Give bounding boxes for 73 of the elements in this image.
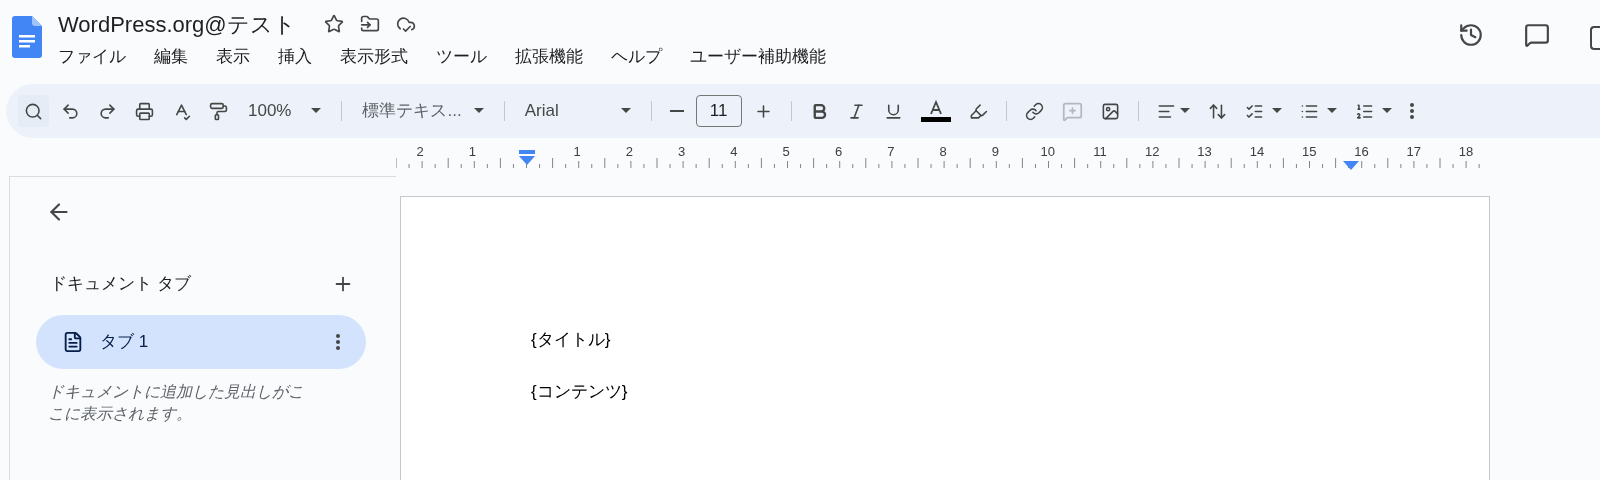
cloud-check-icon[interactable] (395, 14, 416, 34)
ruler-number: 18 (1457, 144, 1475, 159)
image-icon (1100, 101, 1120, 121)
share-icon[interactable] (1590, 26, 1600, 50)
menu-item[interactable]: 表示 (208, 44, 258, 70)
caret-icon (1179, 108, 1190, 114)
caret-icon (1381, 108, 1392, 114)
style-dropdown[interactable]: 標準テキス... (354, 95, 492, 127)
highlighter-icon (968, 101, 988, 121)
document-paragraph: {タイトル} (531, 329, 612, 351)
caret-icon (1326, 108, 1337, 114)
caret-icon (311, 108, 322, 114)
font-dropdown[interactable]: Arial (516, 95, 639, 127)
paint-format-icon (209, 101, 228, 121)
document-logo-icon[interactable] (12, 16, 42, 58)
menu-item[interactable]: 挿入 (270, 44, 320, 70)
numbered-list-icon (1354, 101, 1374, 121)
add-comment-icon (1061, 100, 1083, 122)
search-icon (24, 101, 43, 121)
ruler-number: 12 (1144, 144, 1161, 159)
menu-item[interactable]: 拡張機能 (507, 44, 591, 70)
ruler-number: 15 (1300, 144, 1318, 159)
document-title[interactable]: WordPress.org@テスト (58, 7, 296, 41)
zoom-dropdown[interactable]: 100% (240, 95, 330, 127)
menu-item[interactable]: ユーザー補助機能 (682, 44, 834, 70)
indent-marker-icon[interactable] (518, 150, 536, 166)
ruler-number: 1 (467, 144, 478, 159)
search-button[interactable] (18, 95, 49, 127)
more-icon[interactable] (336, 333, 340, 350)
star-icon[interactable] (323, 14, 344, 34)
print-icon (135, 101, 154, 121)
link-icon (1024, 101, 1044, 121)
document-tab[interactable]: タブ 1 (36, 314, 366, 369)
document-paragraph: {コンテンツ} (531, 380, 629, 403)
ruler-number: 6 (833, 144, 844, 159)
sidebar-hint: ドキュメントに追加した見出しがここに表示されます。 (48, 381, 305, 424)
ruler-number: 16 (1353, 144, 1370, 159)
more-icon (1409, 103, 1414, 119)
ruler-number: 2 (624, 144, 634, 159)
font-size-field[interactable]: 11 (695, 95, 742, 127)
ruler-number: 8 (938, 144, 948, 159)
menu-item[interactable]: ファイル (58, 44, 134, 70)
ruler-number: 3 (677, 144, 687, 159)
text-color-icon (920, 99, 951, 123)
ruler-number: 1 (572, 144, 582, 159)
menu-item[interactable]: ヘルプ (603, 44, 670, 70)
folder-icon[interactable] (359, 14, 380, 34)
ruler-number: 7 (886, 144, 896, 159)
menu-item[interactable]: 編集 (146, 44, 196, 70)
menu-item[interactable]: 表示形式 (332, 44, 416, 70)
ruler-number: 10 (1039, 144, 1056, 159)
underline-icon (883, 101, 903, 121)
tab-label: タブ 1 (100, 330, 150, 353)
ruler-number: 2 (415, 144, 425, 159)
ruler-number: 4 (729, 144, 739, 159)
indent-marker-icon[interactable] (1343, 161, 1359, 171)
history-icon[interactable] (1458, 22, 1484, 48)
redo-icon (98, 101, 117, 121)
line-spacing-icon (1207, 101, 1227, 121)
menu-item[interactable]: ツール (428, 44, 495, 70)
caret-icon (1271, 108, 1282, 114)
ruler-number: 17 (1405, 144, 1422, 159)
ruler-number: 11 (1092, 144, 1108, 159)
undo-icon (61, 101, 80, 121)
ruler-number: 13 (1196, 144, 1213, 159)
ruler-number: 5 (781, 144, 791, 159)
comment-icon[interactable] (1524, 22, 1550, 48)
ruler-number: 14 (1248, 144, 1266, 159)
document-icon (62, 330, 84, 353)
ruler-number: 9 (990, 144, 1001, 159)
sidebar-heading: ドキュメント タブ (50, 273, 191, 295)
caret-icon (620, 108, 631, 114)
caret-icon (473, 108, 484, 114)
